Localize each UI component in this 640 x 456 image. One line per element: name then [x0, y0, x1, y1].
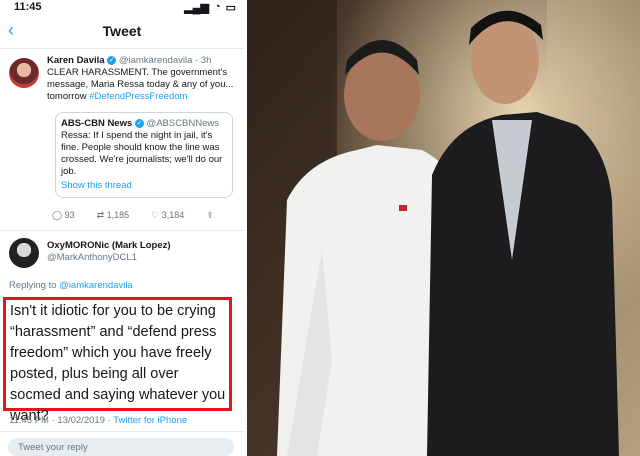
signal-icon: ▂▄▆: [184, 1, 209, 14]
share-icon: ⇪: [206, 210, 214, 220]
retweet-icon: ⇄: [96, 210, 107, 220]
reply-author-handle: @MarkAnthonyDCL1: [47, 252, 137, 263]
divider: [0, 431, 244, 432]
replying-to-link[interactable]: @iamkarendavila: [59, 280, 133, 291]
reply-meta: 11:45 PM · 13/02/2019 · Twitter for iPho…: [9, 415, 187, 426]
replying-to: Replying to @iamkarendavila: [9, 280, 133, 291]
status-bar: 11:45 ▂▄▆ ◔ ▭: [0, 0, 244, 14]
reply-author-name[interactable]: OxyMORONic (Mark Lopez): [47, 240, 171, 251]
verified-icon: ✓: [134, 118, 144, 128]
verified-icon: ✓: [107, 55, 117, 65]
author-handle: @iamkarendavila · 3h: [118, 55, 212, 66]
author-name[interactable]: Karen Davila: [47, 55, 105, 66]
divider: [0, 230, 244, 231]
heart-icon: ♡: [151, 210, 162, 220]
page-title: Tweet: [102, 23, 142, 39]
main-tweet[interactable]: Karen Davila ✓ @iamkarendavila · 3h CLEA…: [47, 55, 237, 103]
reply-timestamp: 11:45 PM · 13/02/2019 ·: [9, 415, 111, 426]
reply-text: Isn't it idiotic for you to be crying “h…: [10, 303, 226, 424]
battery-icon: ▭: [225, 1, 236, 14]
tweet-screenshot: 11:45 ▂▄▆ ◔ ▭ ‹ Tweet Karen Davila ✓ @ia…: [0, 0, 244, 456]
like-button[interactable]: ♡ 3,184: [151, 210, 184, 221]
quoted-text: Ressa: If I spend the night in jail, it'…: [61, 130, 223, 177]
wifi-icon: ◔: [213, 1, 221, 13]
quoted-tweet[interactable]: ABS-CBN News ✓ @ABSCBNNews Ressa: If I s…: [55, 112, 233, 198]
reply-author[interactable]: OxyMORONic (Mark Lopez) @MarkAnthonyDCL1: [47, 240, 171, 264]
reply-button[interactable]: ◯ 93: [52, 210, 75, 221]
quoted-author-name: ABS-CBN News: [61, 118, 133, 129]
avatar[interactable]: [9, 238, 39, 268]
reply-icon: ◯: [52, 210, 65, 220]
nav-bar: ‹ Tweet: [0, 14, 244, 49]
tweet-actions: ◯ 93 ⇄ 1,185 ♡ 3,184 ⇪: [52, 210, 237, 221]
show-thread-link[interactable]: Show this thread: [61, 180, 227, 192]
avatar[interactable]: [9, 58, 39, 88]
client-link[interactable]: Twitter for iPhone: [113, 415, 187, 426]
hashtag-link[interactable]: #DefendPressFreedom: [89, 91, 187, 102]
retweet-button[interactable]: ⇄ 1,185: [97, 210, 130, 221]
share-button[interactable]: ⇪: [206, 210, 214, 221]
chevron-left-icon[interactable]: ‹: [8, 20, 14, 41]
reply-input[interactable]: Tweet your reply: [8, 438, 234, 456]
status-time: 11:45: [14, 1, 42, 13]
photo: [247, 0, 640, 456]
quoted-author-handle: @ABSCBNNews: [146, 118, 220, 129]
